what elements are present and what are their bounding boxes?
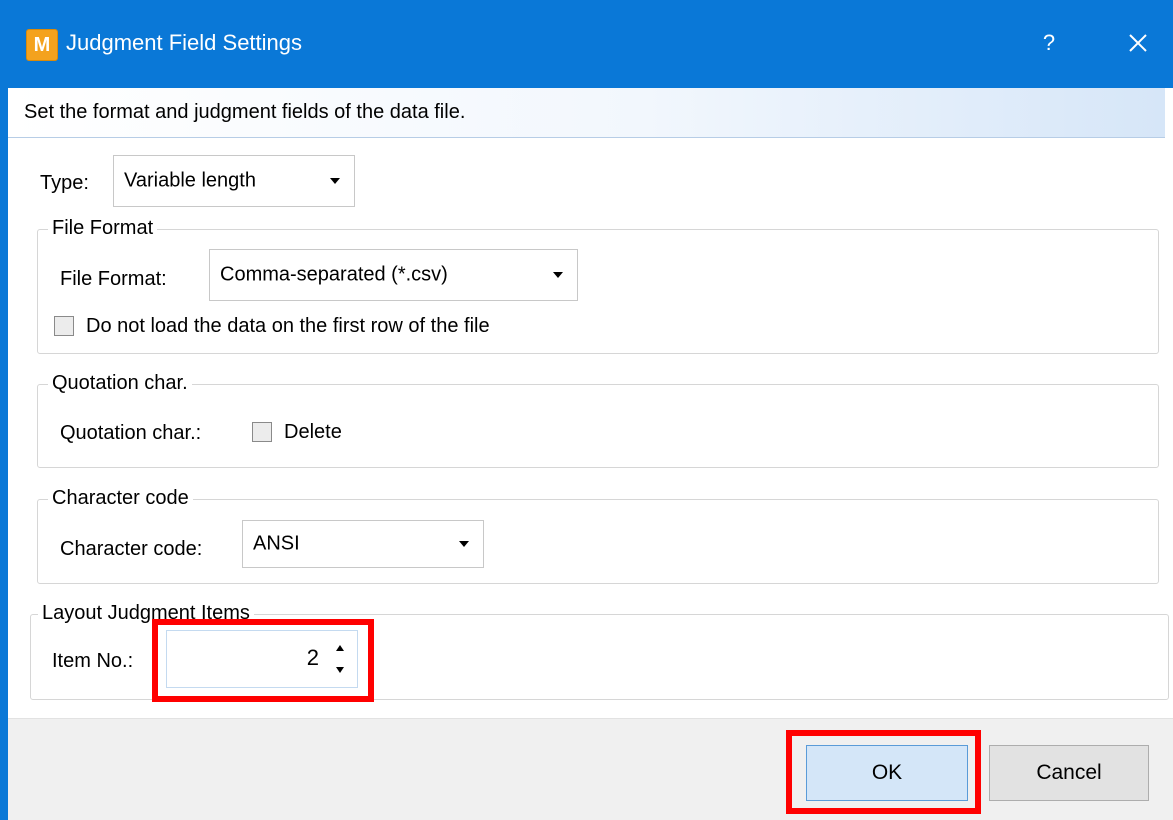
delete-quotation-label[interactable]: Delete (284, 421, 342, 444)
character-code-dropdown[interactable]: ANSI (242, 520, 484, 568)
app-icon: M (26, 29, 58, 61)
chevron-down-icon (330, 178, 340, 184)
chevron-down-icon (459, 541, 469, 547)
instruction-text: Set the format and judgment fields of th… (24, 101, 466, 123)
close-button[interactable] (1120, 24, 1156, 62)
file-format-group-title: File Format (48, 217, 158, 240)
character-code-value: ANSI (253, 532, 300, 555)
skip-first-row-checkbox[interactable] (54, 316, 74, 336)
window-title: Judgment Field Settings (66, 30, 303, 55)
instruction-banner: Set the format and judgment fields of th… (8, 88, 1165, 138)
type-label: Type: (40, 172, 89, 194)
item-no-value: 2 (306, 645, 319, 670)
skip-first-row-label[interactable]: Do not load the data on the first row of… (86, 315, 490, 338)
chevron-down-icon (553, 272, 563, 278)
window-border (0, 88, 8, 820)
quotation-char-label: Quotation char.: (60, 422, 202, 444)
cancel-button[interactable]: Cancel (989, 745, 1149, 801)
quotation-group (37, 384, 1159, 468)
item-no-label: Item No.: (52, 650, 134, 672)
title-bar: M Judgment Field Settings ? (0, 0, 1173, 88)
file-format-dropdown[interactable]: Comma-separated (*.csv) (209, 249, 578, 301)
spin-up-button[interactable] (333, 641, 347, 655)
delete-quotation-checkbox[interactable] (252, 422, 272, 442)
character-code-group-title: Character code (48, 487, 193, 510)
arrow-down-icon (336, 667, 344, 673)
character-code-group (37, 499, 1159, 584)
type-value: Variable length (124, 169, 256, 192)
help-button[interactable]: ? (1034, 26, 1064, 60)
close-icon (1129, 34, 1147, 52)
file-format-value: Comma-separated (*.csv) (220, 263, 448, 286)
arrow-up-icon (336, 645, 344, 651)
spin-down-button[interactable] (333, 663, 347, 677)
layout-judgment-group-title: Layout Judgment Items (38, 602, 254, 625)
ok-button[interactable]: OK (806, 745, 968, 801)
type-dropdown[interactable]: Variable length (113, 155, 355, 207)
character-code-label: Character code: (60, 538, 203, 560)
file-format-label: File Format: (60, 268, 167, 290)
item-no-spinbox[interactable]: 2 (166, 630, 358, 688)
quotation-group-title: Quotation char. (48, 372, 192, 395)
